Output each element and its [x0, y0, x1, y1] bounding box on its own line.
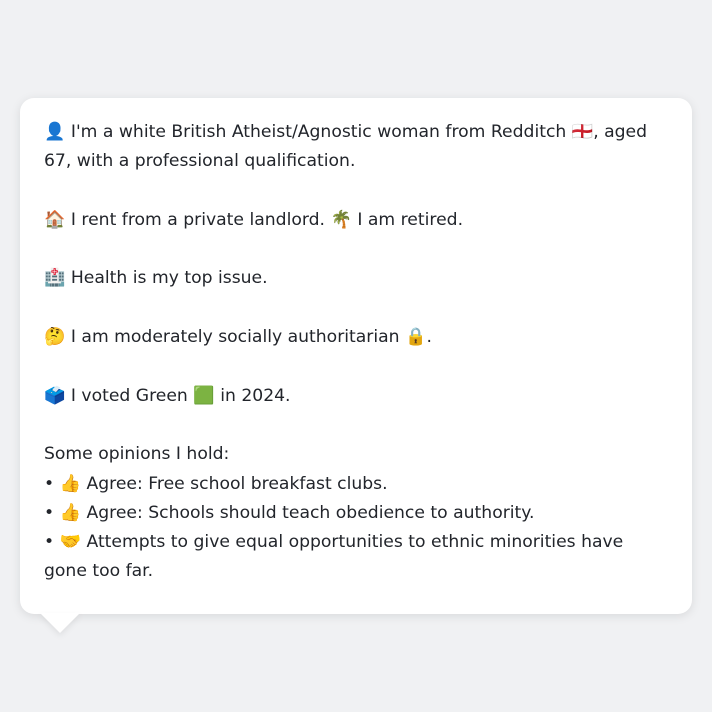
- handshake-icon: 🤝: [59, 532, 82, 553]
- opinions-heading: Some opinions I hold:: [44, 444, 230, 465]
- vote-line: 🗳️ I voted Green 🟩 in 2024.: [44, 382, 668, 411]
- house-icon: 🏠: [44, 209, 66, 230]
- thumbs-up-icon: 👍: [59, 502, 82, 523]
- opinions-section: Some opinions I hold: • 👍 Agree: Free sc…: [44, 440, 668, 586]
- housing-text: I rent from a private landlord.: [70, 209, 325, 230]
- opinion-text: Agree: Free school breakfast clubs.: [86, 473, 388, 494]
- vote-text: I voted Green: [70, 385, 188, 406]
- top-issue-text: Health is my top issue.: [70, 268, 268, 289]
- top-issue-line: 🏥 Health is my top issue.: [44, 264, 668, 293]
- bullet: •: [44, 473, 55, 494]
- bubble-tail: [40, 613, 80, 633]
- opinion-text: Agree: Schools should teach obedience to…: [86, 502, 535, 523]
- message-bubble: 👤 I'm a white British Atheist/Agnostic w…: [20, 98, 692, 614]
- thinking-face-icon: 🤔: [44, 327, 66, 348]
- lock-icon: 🔒: [405, 327, 427, 348]
- ballot-box-icon: 🗳️: [44, 385, 66, 406]
- opinion-item: • 🤝 Attempts to give equal opportunities…: [44, 528, 668, 587]
- bullet: •: [44, 502, 55, 523]
- palm-tree-icon: 🌴: [330, 209, 352, 230]
- green-square-icon: 🟩: [193, 385, 215, 406]
- person-icon: 👤: [44, 122, 66, 142]
- housing-line: 🏠 I rent from a private landlord. 🌴 I am…: [44, 206, 668, 235]
- opinion-item: • 👍 Agree: Schools should teach obedienc…: [44, 499, 668, 528]
- opinion-item: • 👍 Agree: Free school breakfast clubs.: [44, 470, 668, 499]
- social-text: I am moderately socially authoritarian: [70, 327, 400, 348]
- identity-line: 👤 I'm a white British Atheist/Agnostic w…: [44, 118, 668, 177]
- hospital-icon: 🏥: [44, 268, 66, 289]
- opinion-text: Attempts to give equal opportunities to …: [44, 532, 624, 582]
- england-flag-icon: 🏴󠁧󠁢󠁥󠁮󠁧󠁿: [571, 122, 594, 142]
- social-suffix: .: [426, 327, 432, 348]
- identity-text: I'm a white British Atheist/Agnostic wom…: [70, 122, 567, 142]
- social-line: 🤔 I am moderately socially authoritarian…: [44, 323, 668, 352]
- bullet: •: [44, 532, 55, 553]
- work-status-text: I am retired.: [357, 209, 464, 230]
- thumbs-up-icon: 👍: [59, 473, 82, 494]
- vote-year-text: in 2024.: [220, 385, 291, 406]
